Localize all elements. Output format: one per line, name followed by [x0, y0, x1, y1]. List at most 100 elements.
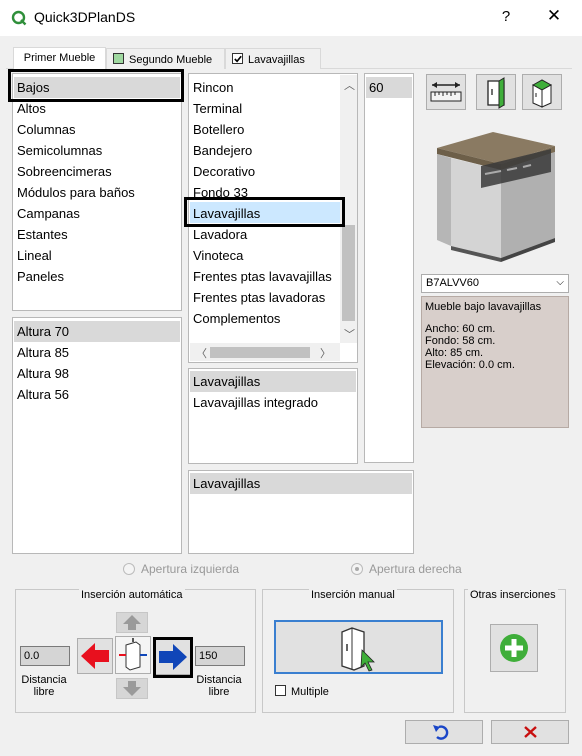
other-insert-title: Otras inserciones [468, 589, 558, 601]
list-item[interactable]: Decorativo [193, 164, 255, 179]
product-depth: Fondo: 58 cm. [425, 335, 496, 347]
multiple-checkbox[interactable]: Multiple [275, 685, 329, 698]
scroll-up-icon[interactable]: ︿ [344, 77, 355, 93]
close-window-button[interactable]: ✕ [545, 6, 563, 26]
plus-icon [500, 634, 528, 662]
list-item[interactable]: Altura 85 [17, 345, 69, 360]
list-item[interactable]: Lavavajillas [193, 374, 260, 389]
app-logo-icon [11, 10, 27, 26]
auto-insert-title: Inserción automática [79, 589, 185, 601]
radio-label: Apertura izquierda [141, 562, 240, 576]
help-button[interactable]: ? [498, 8, 514, 25]
measure-view-button[interactable] [426, 74, 466, 110]
product-3d-preview [421, 118, 569, 270]
front-view-button[interactable] [476, 74, 516, 110]
tab-segundo-mueble[interactable]: Segundo Mueble [106, 48, 225, 69]
list-item[interactable]: Frentes ptas lavavajillas [193, 269, 332, 284]
move-left-button[interactable] [77, 638, 113, 674]
list-item[interactable]: Estantes [17, 227, 68, 242]
variant-list[interactable]: Lavavajillas [188, 470, 414, 554]
select-value: B7ALVV60 [426, 277, 480, 289]
arrow-down-icon [123, 681, 141, 696]
chevron-down-icon: ⌵ [556, 277, 564, 288]
list-item[interactable]: Paneles [17, 269, 64, 284]
list-item[interactable]: Lavavajillas integrado [193, 395, 318, 410]
opening-right-radio[interactable]: Apertura derecha [351, 562, 462, 576]
tab-primer-mueble[interactable]: Primer Mueble [13, 47, 106, 69]
list-item[interactable]: Terminal [193, 101, 242, 116]
window-title: Quick3DPlanDS [34, 9, 136, 25]
list-item[interactable]: Lavadora [193, 227, 247, 242]
add-insertion-button[interactable] [490, 624, 538, 672]
manual-insert-title: Inserción manual [309, 589, 397, 601]
scroll-right-icon[interactable]: 〉 [320, 345, 331, 361]
move-down-button[interactable] [116, 678, 148, 699]
x-icon [524, 726, 537, 738]
top-view-button[interactable] [522, 74, 562, 110]
list-item[interactable]: Lavavajillas [193, 476, 260, 491]
product-height: Alto: 85 cm. [425, 347, 484, 359]
radio-icon [123, 563, 135, 575]
selection-outline [153, 637, 193, 678]
manual-insert-button[interactable] [274, 620, 443, 674]
scroll-down-icon[interactable]: ﹀ [344, 326, 355, 342]
list-item[interactable]: 60 [369, 80, 383, 95]
product-info-panel: Mueble bajo lavavajillas Ancho: 60 cm. F… [421, 296, 569, 428]
ruler-icon [430, 82, 462, 102]
left-distance-label: Distancia libre [21, 674, 67, 698]
cabinet-position-icon [119, 638, 147, 671]
tab-lavavajillas[interactable]: Lavavajillas [225, 48, 321, 69]
undo-button[interactable] [405, 720, 483, 744]
list-item[interactable]: Altura 98 [17, 366, 69, 381]
list-item[interactable]: Altura 70 [17, 324, 69, 339]
left-distance-field[interactable]: 0.0 [20, 646, 70, 666]
cabinet-front-icon [487, 77, 505, 109]
product-elevation: Elevación: 0.0 cm. [425, 359, 515, 371]
checkbox-icon[interactable] [275, 685, 286, 696]
list-item[interactable]: Sobreencimeras [17, 164, 112, 179]
list-item[interactable]: Complementos [193, 311, 280, 326]
position-indicator [115, 636, 151, 674]
list-item[interactable]: Rincon [193, 80, 233, 95]
horizontal-scrollbar[interactable]: 〈 〉 [190, 343, 340, 361]
radio-selected-icon [351, 563, 363, 575]
move-up-button[interactable] [116, 612, 148, 633]
checkbox-label: Multiple [291, 686, 329, 698]
scrollbar-thumb[interactable] [210, 347, 310, 358]
list-item[interactable]: Columnas [17, 122, 76, 137]
opening-left-radio[interactable]: Apertura izquierda [123, 562, 239, 576]
list-item[interactable]: Vinoteca [193, 248, 243, 263]
list-item[interactable]: Módulos para baños [17, 185, 135, 200]
product-width: Ancho: 60 cm. [425, 323, 496, 335]
product-code-select[interactable]: B7ALVV60 ⌵ [421, 274, 569, 293]
model-list[interactable]: Lavavajillas Lavavajillas integrado [188, 368, 358, 464]
right-distance-field[interactable]: 150 [195, 646, 245, 666]
checkbox-icon[interactable] [113, 53, 124, 64]
arrow-up-icon [123, 615, 141, 630]
list-item[interactable]: Lineal [17, 248, 52, 263]
list-item[interactable]: Bandejero [193, 143, 252, 158]
list-item[interactable]: Altura 56 [17, 387, 69, 402]
height-list[interactable]: Altura 70 Altura 85 Altura 98 Altura 56 [12, 317, 182, 554]
category-list[interactable]: Bajos Altos Columnas Semicolumnas Sobree… [12, 73, 182, 311]
selection-outline [8, 69, 184, 102]
cabinet-top-icon [531, 79, 553, 108]
list-item[interactable]: Frentes ptas lavadoras [193, 290, 325, 305]
width-list[interactable]: 60 [364, 73, 414, 463]
undo-icon [433, 725, 449, 740]
right-distance-label: Distancia libre [196, 674, 242, 698]
scrollbar-thumb[interactable] [342, 225, 355, 321]
selection-outline [184, 197, 345, 227]
list-item[interactable]: Botellero [193, 122, 244, 137]
tab-label: Segundo Mueble [129, 54, 213, 66]
cancel-button[interactable] [491, 720, 569, 744]
list-item[interactable]: Altos [17, 101, 46, 116]
cabinet-place-icon [341, 627, 375, 672]
product-description: Mueble bajo lavavajillas [425, 301, 542, 313]
tab-label: Lavavajillas [248, 54, 305, 66]
scroll-left-icon[interactable]: 〈 [196, 345, 207, 361]
list-item[interactable]: Campanas [17, 206, 80, 221]
list-item[interactable]: Semicolumnas [17, 143, 102, 158]
arrow-left-icon [81, 643, 109, 669]
checkbox-checked-icon[interactable] [232, 53, 243, 64]
